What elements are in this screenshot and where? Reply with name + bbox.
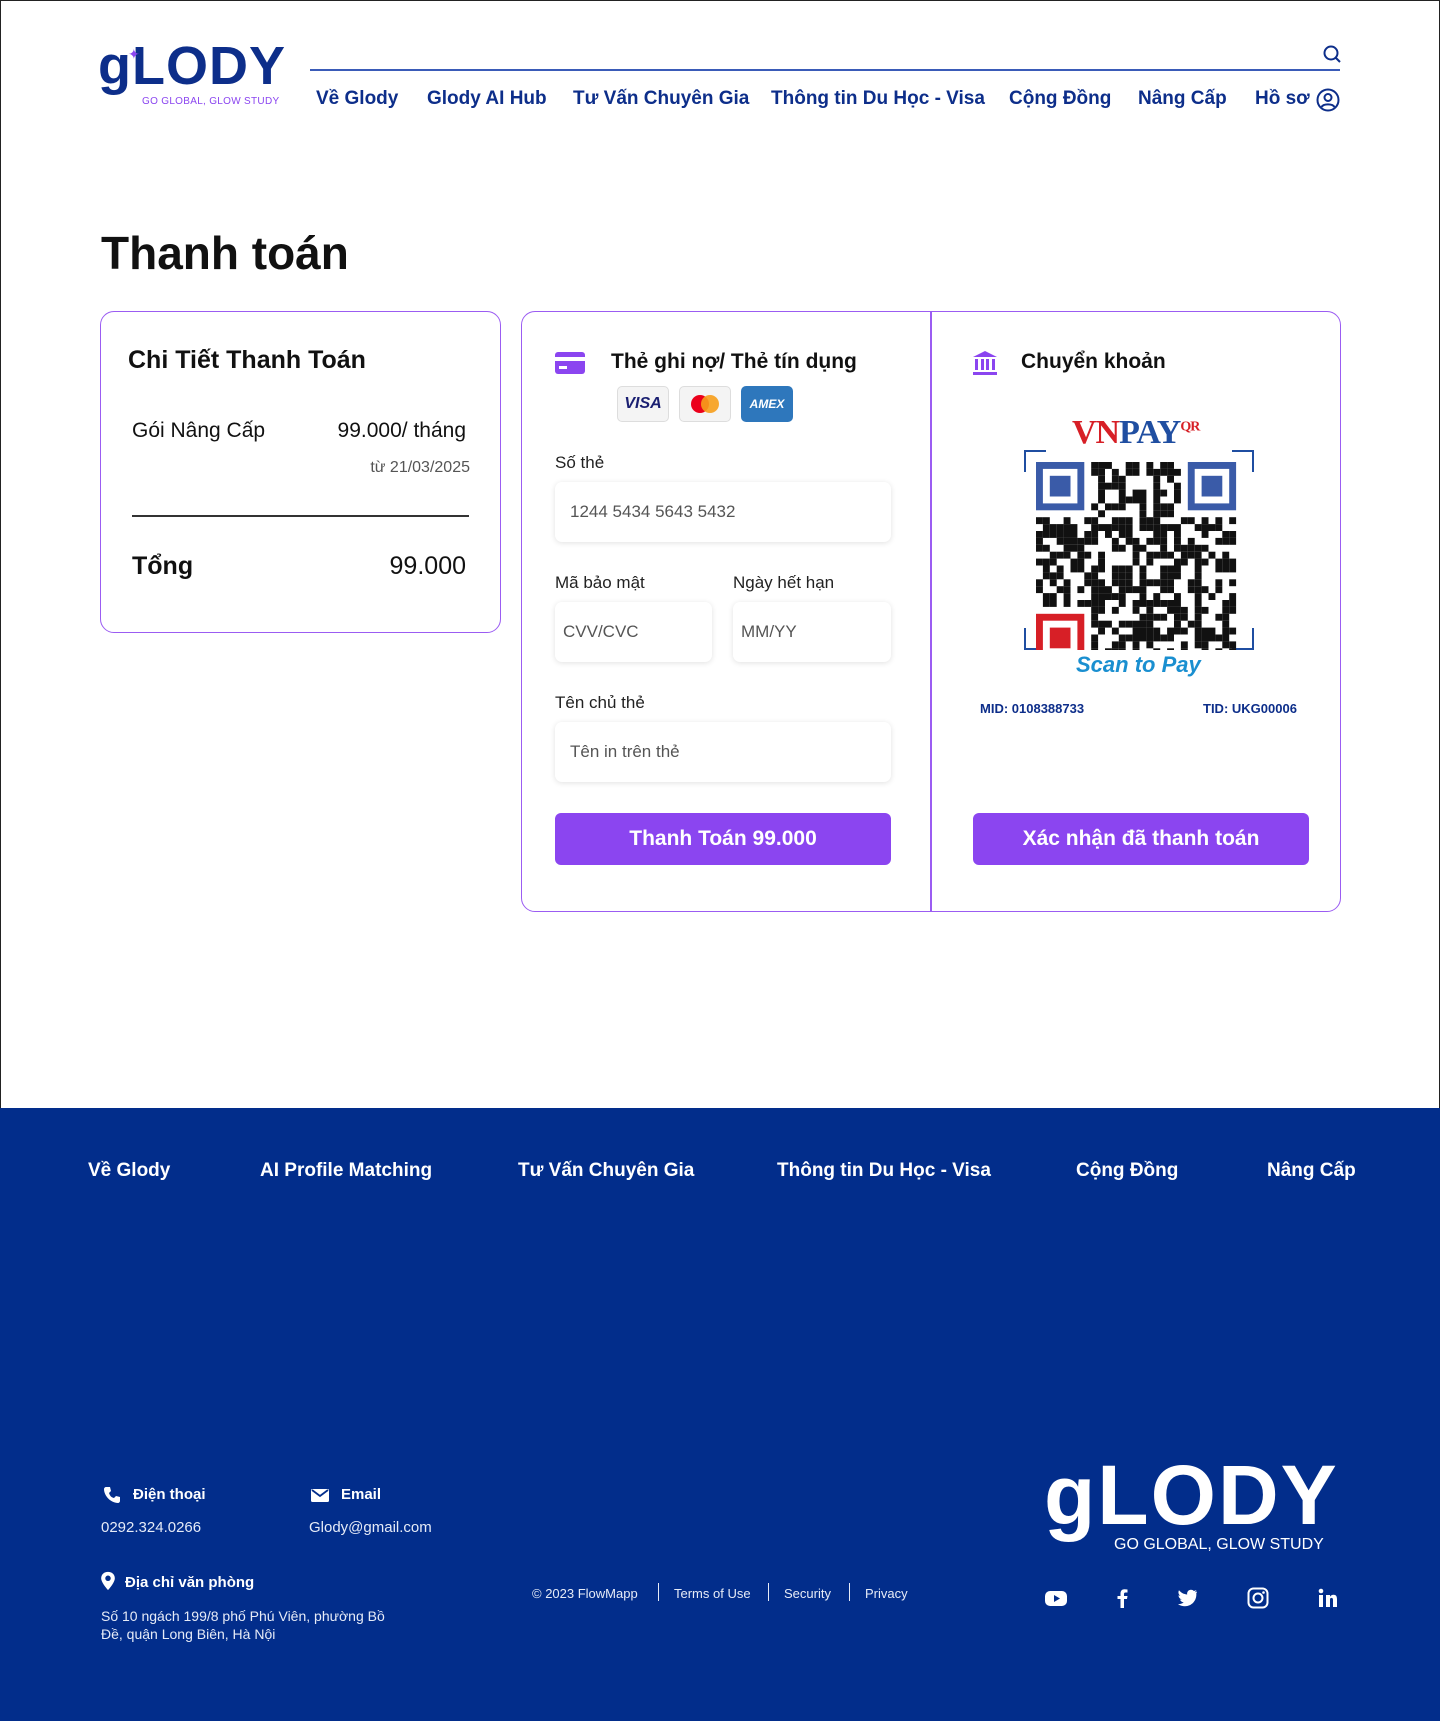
youtube-icon[interactable] [1044, 1586, 1068, 1610]
footer-nav-nang-cap[interactable]: Nâng Cấp [1267, 1160, 1356, 1182]
cvv-label: Mã bảo mật [555, 573, 645, 592]
phone-value[interactable]: 0292.324.0266 [101, 1519, 201, 1536]
expiry-label: Ngày hết hạn [733, 573, 835, 592]
legal-separator [658, 1583, 659, 1601]
address-line-1: Số 10 ngách 199/8 phố Phú Viên, phường B… [101, 1608, 385, 1624]
email-value[interactable]: Glody@gmail.com [309, 1519, 432, 1536]
nav-ai-hub[interactable]: Glody AI Hub [427, 88, 547, 110]
glody-logo[interactable]: gLODY ✦ GO GLOBAL, GLOW STUDY [98, 36, 288, 110]
scan-to-pay-text: Scan to Pay [1076, 652, 1201, 677]
vnpay-qr-sup: QR [1180, 419, 1200, 435]
vnpay-logo: VNPAYQR [1072, 414, 1200, 452]
summary-total-label: Tổng [132, 552, 194, 580]
nav-cong-dong[interactable]: Cộng Đồng [1009, 88, 1111, 110]
instagram-icon[interactable] [1246, 1586, 1270, 1610]
merchant-id: MID: 0108388733 [980, 701, 1085, 716]
transfer-section-title: Chuyển khoản [1021, 350, 1166, 373]
confirm-transfer-button[interactable]: Xác nhận đã thanh toán [973, 813, 1309, 865]
footer-nav-du-hoc-visa[interactable]: Thông tin Du Học - Visa [777, 1160, 991, 1182]
summary-item-label: Gói Nâng Cấp [132, 419, 266, 442]
cvv-input[interactable]: CVV/CVC [555, 602, 712, 662]
terms-link[interactable]: Terms of Use [674, 1586, 751, 1601]
cardholder-input[interactable]: Tên in trên thẻ [555, 722, 891, 782]
payment-methods-card: Thẻ ghi nợ/ Thẻ tín dụng VISA AMEX Số th… [521, 311, 1341, 912]
footer-logo-tagline: GO GLOBAL, GLOW STUDY [1114, 1536, 1324, 1553]
legal-separator [768, 1583, 769, 1601]
nav-nang-cap[interactable]: Nâng Cấp [1138, 88, 1227, 110]
expiry-input[interactable]: MM/YY [733, 602, 891, 662]
site-footer: Về Glody AI Profile Matching Tư Vấn Chuy… [0, 1108, 1440, 1721]
footer-logo-wordmark: gLODY [1044, 1448, 1339, 1542]
nav-ho-so[interactable]: Hồ sơ [1255, 88, 1310, 110]
logo-tagline: GO GLOBAL, GLOW STUDY [142, 96, 280, 107]
twitter-icon[interactable] [1175, 1586, 1199, 1610]
footer-nav-ve-glody[interactable]: Về Glody [88, 1160, 170, 1182]
phone-label: Điện thoại [133, 1486, 206, 1503]
footer-glody-logo[interactable]: gLODY GO GLOBAL, GLOW STUDY [1044, 1450, 1344, 1560]
qr-code-icon [1024, 450, 1254, 650]
footer-nav-cong-dong[interactable]: Cộng Đồng [1076, 1160, 1178, 1182]
legal-separator [849, 1583, 850, 1601]
summary-divider [132, 515, 469, 517]
vnpay-qr-code: VNPAYQR Scan to Pay [1024, 414, 1254, 677]
mastercard-logo [679, 386, 731, 422]
logo-wordmark: gLODY [98, 36, 286, 96]
summary-total-value: 99.000 [389, 552, 466, 580]
card-section-title: Thẻ ghi nợ/ Thẻ tín dụng [611, 350, 857, 373]
facebook-icon[interactable] [1110, 1586, 1134, 1610]
summary-item-price: 99.000/ tháng [337, 419, 466, 442]
user-icon[interactable] [1316, 88, 1340, 112]
mastercard-circles-icon [691, 395, 719, 413]
footer-nav-tu-van[interactable]: Tư Vấn Chuyên Gia [518, 1160, 694, 1182]
star-icon: ✦ [128, 46, 140, 62]
linkedin-icon[interactable] [1316, 1586, 1340, 1610]
phone-icon [104, 1487, 120, 1503]
location-pin-icon [101, 1571, 115, 1591]
nav-du-hoc-visa[interactable]: Thông tin Du Học - Visa [771, 88, 985, 110]
search-input[interactable] [310, 69, 1340, 71]
vnpay-pay-text: PAY [1119, 414, 1181, 451]
email-icon [311, 1489, 329, 1502]
pay-card-button[interactable]: Thanh Toán 99.000 [555, 813, 891, 865]
nav-ve-glody[interactable]: Về Glody [316, 88, 398, 110]
privacy-link[interactable]: Privacy [865, 1586, 908, 1601]
credit-card-icon [555, 352, 585, 374]
copyright: © 2023 FlowMapp [532, 1586, 638, 1601]
summary-title: Chi Tiết Thanh Toán [128, 346, 366, 374]
visa-logo: VISA [617, 386, 669, 422]
amex-logo: AMEX [741, 386, 793, 422]
card-number-label: Số thẻ [555, 453, 605, 472]
summary-since-date: từ 21/03/2025 [370, 459, 470, 476]
footer-nav-ai-profile[interactable]: AI Profile Matching [260, 1160, 432, 1182]
security-link[interactable]: Security [784, 1586, 831, 1601]
cardholder-label: Tên chủ thẻ [555, 693, 645, 712]
card-number-input[interactable]: 1244 5434 5643 5432 [555, 482, 891, 542]
search-icon[interactable] [1322, 44, 1342, 64]
address-label: Địa chỉ văn phòng [125, 1574, 255, 1591]
bank-icon [973, 351, 997, 375]
page-title: Thanh toán [101, 227, 349, 279]
payment-summary-card: Chi Tiết Thanh Toán Gói Nâng Cấp 99.000/… [100, 311, 501, 633]
method-divider [930, 312, 932, 911]
address-line-2: Đề, quận Long Biên, Hà Nội [101, 1626, 276, 1642]
nav-tu-van[interactable]: Tư Vấn Chuyên Gia [573, 88, 749, 110]
terminal-id: TID: UKG00006 [1203, 701, 1297, 716]
email-label: Email [341, 1486, 382, 1503]
vnpay-vn-text: VN [1072, 414, 1120, 451]
